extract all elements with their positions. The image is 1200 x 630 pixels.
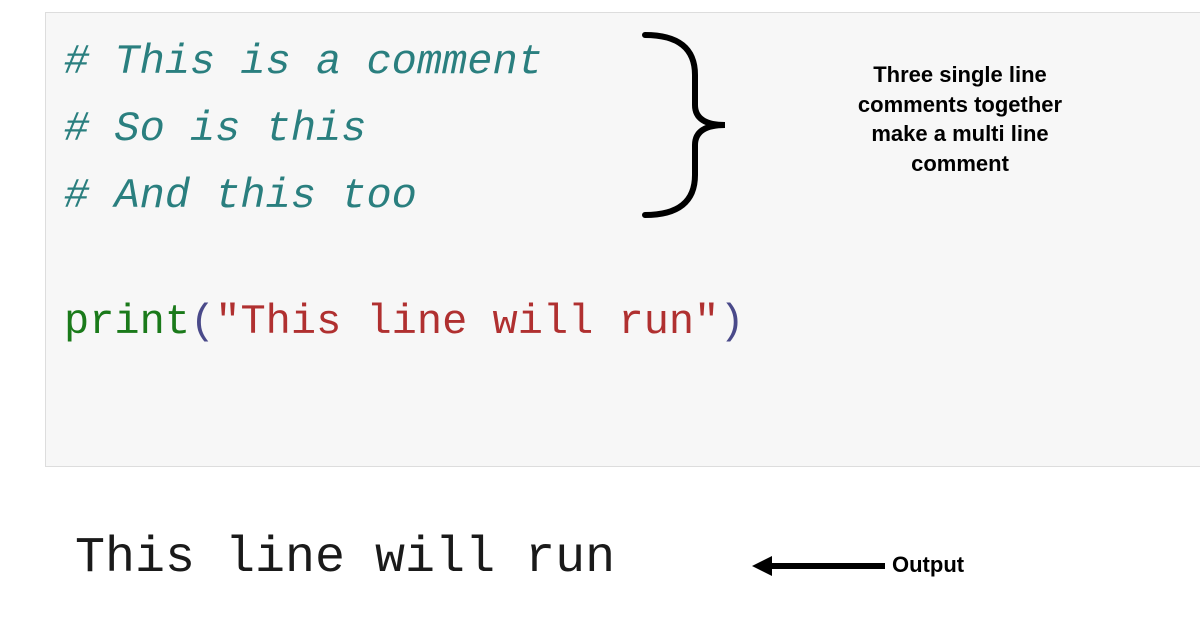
string-literal: "This line will run" [215,298,719,346]
blank-line [64,233,1182,293]
function-name: print [64,298,190,346]
curly-brace-icon [635,25,855,225]
arrow-left-icon [750,545,890,587]
output-annotation: Output [892,552,964,578]
multi-comment-annotation: Three single line comments together make… [830,60,1090,179]
output-text: This line will run [75,530,615,587]
close-paren: ) [719,298,744,346]
print-statement: print("This line will run") [64,293,1182,352]
open-paren: ( [190,298,215,346]
